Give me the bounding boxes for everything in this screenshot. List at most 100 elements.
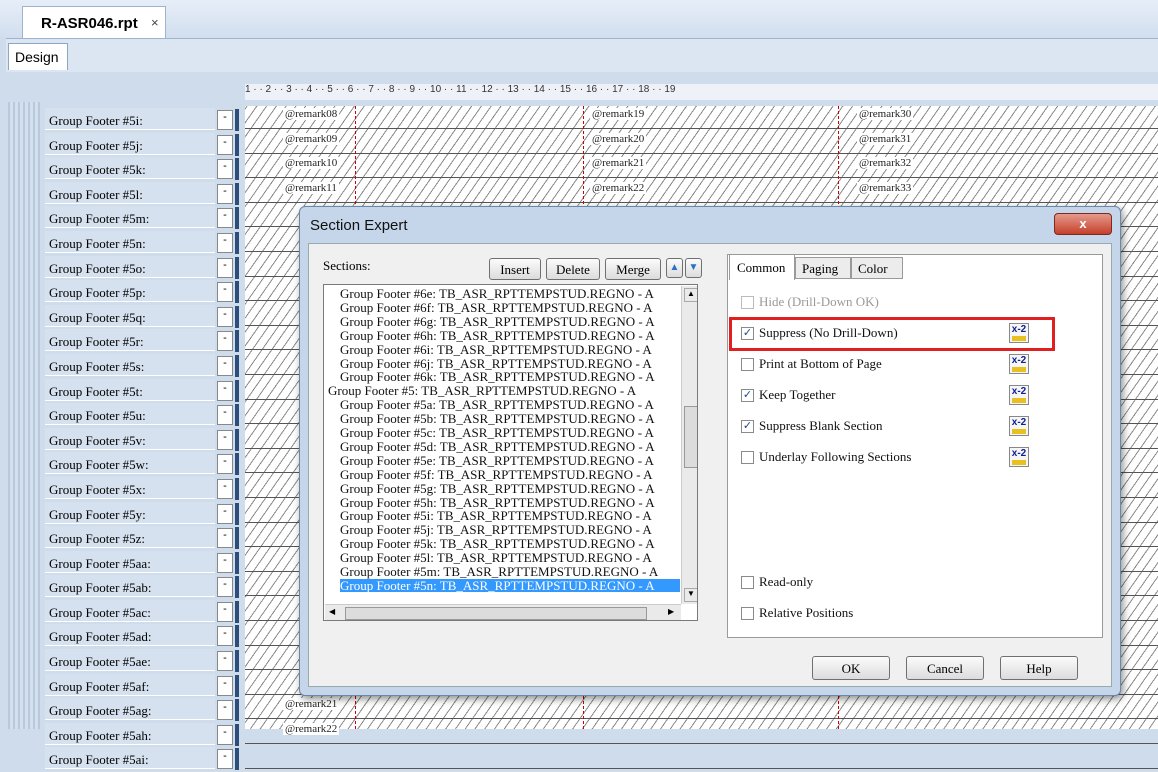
close-tab-icon[interactable]: × (151, 15, 159, 30)
section-name-label[interactable]: Group Footer #5w: (45, 452, 215, 475)
section-row-marker[interactable]: - (217, 159, 233, 180)
option-label[interactable]: Hide (Drill-Down OK) (759, 294, 879, 310)
section-name-label[interactable]: Group Footer #5ah: (45, 722, 215, 745)
report-field[interactable]: @remark22 (283, 723, 340, 735)
section-name-label[interactable]: Group Footer #5af: (45, 673, 215, 696)
formula-icon[interactable]: x-2 (1009, 354, 1029, 374)
section-list-item[interactable]: Group Footer #5m: TB_ASR_RPTTEMPSTUD.REG… (340, 565, 658, 578)
scroll-left-icon[interactable]: ◀ (329, 607, 335, 616)
section-name-label[interactable]: Group Footer #5o: (45, 255, 215, 278)
scroll-thumb[interactable] (684, 406, 697, 468)
scroll-up-icon[interactable]: ▲ (684, 288, 697, 302)
section-name-label[interactable]: Group Footer #5m: (45, 206, 215, 229)
section-name-label[interactable]: Group Footer #5v: (45, 427, 215, 450)
report-field[interactable]: @remark09 (283, 132, 340, 145)
section-name-label[interactable]: Group Footer #5z: (45, 526, 215, 549)
section-name-label[interactable]: Group Footer #5u: (45, 403, 215, 426)
section-name-label[interactable]: Group Footer #5l: (45, 181, 215, 204)
section-row-marker[interactable]: - (217, 232, 233, 253)
section-row-marker[interactable]: - (217, 208, 233, 229)
section-row-marker[interactable]: - (217, 700, 233, 721)
section-row-marker[interactable]: - (217, 134, 233, 155)
tab-color[interactable]: Color (851, 257, 903, 279)
section-row-marker[interactable]: - (217, 405, 233, 426)
document-tab[interactable]: R-ASR046.rpt × (22, 6, 166, 38)
report-field[interactable]: @remark11 (283, 181, 339, 194)
section-row-marker[interactable]: - (217, 429, 233, 450)
section-list-item[interactable]: Group Footer #5g: TB_ASR_RPTTEMPSTUD.REG… (340, 482, 655, 495)
section-row-marker[interactable]: - (217, 601, 233, 622)
section-list-item[interactable]: Group Footer #5c: TB_ASR_RPTTEMPSTUD.REG… (340, 426, 654, 439)
report-field[interactable]: @remark32 (857, 157, 914, 170)
option-label[interactable]: Read-only (759, 574, 813, 590)
section-list-item[interactable]: Group Footer #6i: TB_ASR_RPTTEMPSTUD.REG… (340, 343, 652, 356)
report-field[interactable]: @remark08 (283, 108, 340, 120)
sections-vertical-scrollbar[interactable]: ▲ ▼ (681, 286, 697, 604)
help-button[interactable]: Help (1000, 656, 1078, 680)
report-field[interactable]: @remark21 (590, 157, 647, 170)
section-row-marker[interactable]: - (217, 552, 233, 573)
report-field[interactable]: @remark31 (857, 132, 914, 145)
horizontal-ruler[interactable]: 1 · · 2 · · 3 · · 4 · · 5 · · 6 · · 7 · … (245, 84, 1158, 100)
section-name-label[interactable]: Group Footer #5k: (45, 157, 215, 180)
section-list-item[interactable]: Group Footer #6e: TB_ASR_RPTTEMPSTUD.REG… (340, 287, 654, 300)
section-row-marker[interactable]: - (217, 282, 233, 303)
section-row-marker[interactable]: - (217, 675, 233, 696)
section-row-marker[interactable]: - (217, 331, 233, 352)
report-field[interactable]: @remark10 (283, 157, 340, 170)
option-checkbox[interactable] (741, 358, 754, 371)
section-name-label[interactable]: Group Footer #5q: (45, 304, 215, 327)
ok-button[interactable]: OK (812, 656, 890, 680)
section-list-item[interactable]: Group Footer #5k: TB_ASR_RPTTEMPSTUD.REG… (340, 537, 655, 550)
section-name-label[interactable]: Group Footer #5ae: (45, 649, 215, 672)
formula-icon[interactable]: x-2 (1009, 416, 1029, 436)
section-row-marker[interactable]: - (217, 183, 233, 204)
section-row-marker[interactable]: - (217, 626, 233, 647)
move-up-icon[interactable]: ▲ (666, 258, 683, 278)
tab-design[interactable]: Design (8, 43, 68, 70)
scroll-right-icon[interactable]: ▶ (668, 607, 674, 616)
report-field[interactable]: @remark30 (857, 108, 914, 120)
section-row-marker[interactable]: - (217, 478, 233, 499)
section-list-item[interactable]: Group Footer #6k: TB_ASR_RPTTEMPSTUD.REG… (340, 370, 655, 383)
section-list-item[interactable]: Group Footer #6h: TB_ASR_RPTTEMPSTUD.REG… (340, 329, 655, 342)
formula-icon[interactable]: x-2 (1009, 447, 1029, 467)
section-list-item[interactable]: Group Footer #5: TB_ASR_RPTTEMPSTUD.REGN… (328, 384, 636, 397)
section-name-label[interactable]: Group Footer #5i: (45, 108, 215, 130)
section-row-marker[interactable]: - (217, 380, 233, 401)
section-row-marker[interactable]: - (217, 724, 233, 745)
sections-list[interactable]: ▲ ▼ ◀ ▶ Group Footer #6e: TB_ASR_RPTTEMP… (323, 284, 698, 621)
merge-button[interactable]: Merge (605, 258, 661, 280)
section-name-label[interactable]: Group Footer #5x: (45, 476, 215, 499)
section-name-label[interactable]: Group Footer #5ac: (45, 599, 215, 622)
section-list-item[interactable]: Group Footer #5f: TB_ASR_RPTTEMPSTUD.REG… (340, 468, 653, 481)
hscroll-thumb[interactable] (345, 607, 647, 620)
section-name-label[interactable]: Group Footer #5s: (45, 353, 215, 376)
report-field[interactable]: @remark33 (857, 181, 914, 194)
section-list-item[interactable]: Group Footer #6j: TB_ASR_RPTTEMPSTUD.REG… (340, 357, 652, 370)
option-label[interactable]: Print at Bottom of Page (759, 356, 882, 372)
section-name-label[interactable]: Group Footer #5y: (45, 501, 215, 524)
option-checkbox[interactable]: ✓ (741, 389, 754, 402)
cancel-button[interactable]: Cancel (906, 656, 984, 680)
section-list-item[interactable]: Group Footer #5j: TB_ASR_RPTTEMPSTUD.REG… (340, 523, 652, 536)
section-name-label[interactable]: Group Footer #5p: (45, 280, 215, 303)
move-down-icon[interactable]: ▼ (685, 258, 702, 278)
report-field[interactable]: @remark22 (590, 181, 647, 194)
section-name-label[interactable]: Group Footer #5r: (45, 329, 215, 352)
section-list-item[interactable]: Group Footer #5a: TB_ASR_RPTTEMPSTUD.REG… (340, 398, 654, 411)
section-name-label[interactable]: Group Footer #5t: (45, 378, 215, 401)
section-name-label[interactable]: Group Footer #5n: (45, 230, 215, 253)
formula-icon[interactable]: x-2 (1009, 385, 1029, 405)
section-list-item[interactable]: Group Footer #5e: TB_ASR_RPTTEMPSTUD.REG… (340, 454, 654, 467)
sections-horizontal-scrollbar[interactable]: ◀ ▶ (325, 604, 681, 620)
report-field[interactable]: @remark20 (590, 132, 647, 145)
section-name-label[interactable]: Group Footer #5ab: (45, 575, 215, 598)
section-list-item[interactable]: Group Footer #5h: TB_ASR_RPTTEMPSTUD.REG… (340, 496, 655, 509)
section-list-item[interactable]: Group Footer #6g: TB_ASR_RPTTEMPSTUD.REG… (340, 315, 655, 328)
option-label[interactable]: Underlay Following Sections (759, 449, 911, 465)
section-row-marker[interactable]: - (217, 454, 233, 475)
scroll-down-icon[interactable]: ▼ (684, 588, 697, 602)
option-checkbox[interactable]: ✓ (741, 420, 754, 433)
section-row-marker[interactable]: - (217, 110, 233, 130)
